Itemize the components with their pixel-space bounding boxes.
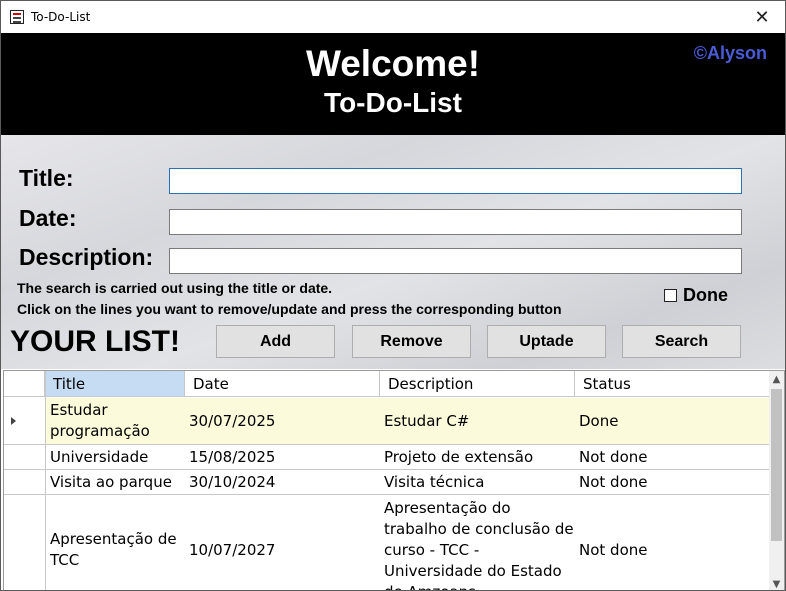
cell-status[interactable]: Not done — [575, 495, 771, 590]
app-subtitle: To-Do-List — [324, 87, 462, 118]
welcome-heading: Welcome! — [305, 43, 481, 84]
done-label: Done — [683, 285, 728, 305]
cell-title[interactable]: Visita ao parque — [46, 470, 184, 494]
current-row-indicator-icon — [11, 417, 16, 425]
search-hint: The search is carried out using the titl… — [17, 280, 333, 296]
done-checkbox-group[interactable]: Done — [664, 285, 728, 306]
cell-date[interactable]: 30/10/2024 — [185, 470, 380, 494]
add-button[interactable]: Add — [216, 325, 335, 358]
cell-description[interactable]: Apresentação do trabalho de conclusão de… — [380, 495, 575, 591]
cell-description[interactable]: Projeto de extensão — [380, 445, 575, 469]
cell-description[interactable]: Visita técnica — [380, 470, 575, 494]
column-header-description[interactable]: Description — [380, 371, 575, 397]
scroll-down-icon[interactable]: ▼ — [769, 576, 784, 590]
column-header-date[interactable]: Date — [185, 371, 380, 397]
selection-hint: Click on the lines you want to remove/up… — [17, 301, 562, 317]
update-button[interactable]: Uptade — [487, 325, 606, 358]
app-window: To-Do-List ✕ Welcome! To-Do-List ©Alyson… — [0, 0, 786, 591]
cell-title[interactable]: Universidade — [46, 445, 184, 469]
remove-button[interactable]: Remove — [352, 325, 471, 358]
cell-date[interactable]: 15/08/2025 — [185, 445, 380, 469]
cell-description[interactable]: Estudar C# — [380, 398, 575, 444]
task-grid[interactable]: Title Date Description Status Estudar pr… — [3, 370, 785, 591]
cell-date[interactable]: 30/07/2025 — [185, 398, 380, 444]
scroll-up-icon[interactable]: ▲ — [769, 371, 784, 388]
copyright-label: ©Alyson — [693, 43, 767, 63]
column-header-title[interactable]: Title — [45, 371, 185, 397]
title-label: Title: — [19, 165, 74, 191]
description-input[interactable] — [169, 248, 742, 274]
cell-status[interactable]: Not done — [575, 445, 771, 469]
done-checkbox[interactable] — [664, 289, 677, 302]
description-label: Description: — [19, 244, 154, 270]
cell-title[interactable]: Estudar programação — [46, 398, 184, 444]
row-header-corner — [4, 371, 45, 397]
close-button[interactable]: ✕ — [739, 1, 785, 33]
title-input[interactable] — [169, 168, 742, 194]
cell-status[interactable]: Done — [575, 398, 771, 444]
app-icon — [10, 10, 24, 24]
scroll-thumb[interactable] — [771, 389, 782, 541]
cell-status[interactable]: Not done — [575, 470, 771, 494]
header-banner: Welcome! To-Do-List ©Alyson — [1, 33, 785, 135]
column-header-status[interactable]: Status — [575, 371, 771, 397]
date-input[interactable] — [169, 209, 742, 235]
cell-title[interactable]: Apresentação de TCC — [46, 495, 184, 590]
date-label: Date: — [19, 205, 77, 231]
close-icon: ✕ — [754, 6, 770, 28]
search-button[interactable]: Search — [622, 325, 741, 358]
form-panel: Title: Date: Description: The search is … — [1, 135, 785, 369]
cell-date[interactable]: 10/07/2027 — [185, 495, 380, 590]
vertical-scrollbar[interactable]: ▲ ▼ — [769, 371, 784, 590]
title-bar[interactable]: To-Do-List ✕ — [1, 1, 785, 33]
window-title: To-Do-List — [31, 10, 91, 24]
list-heading: YOUR LIST! — [10, 325, 180, 358]
